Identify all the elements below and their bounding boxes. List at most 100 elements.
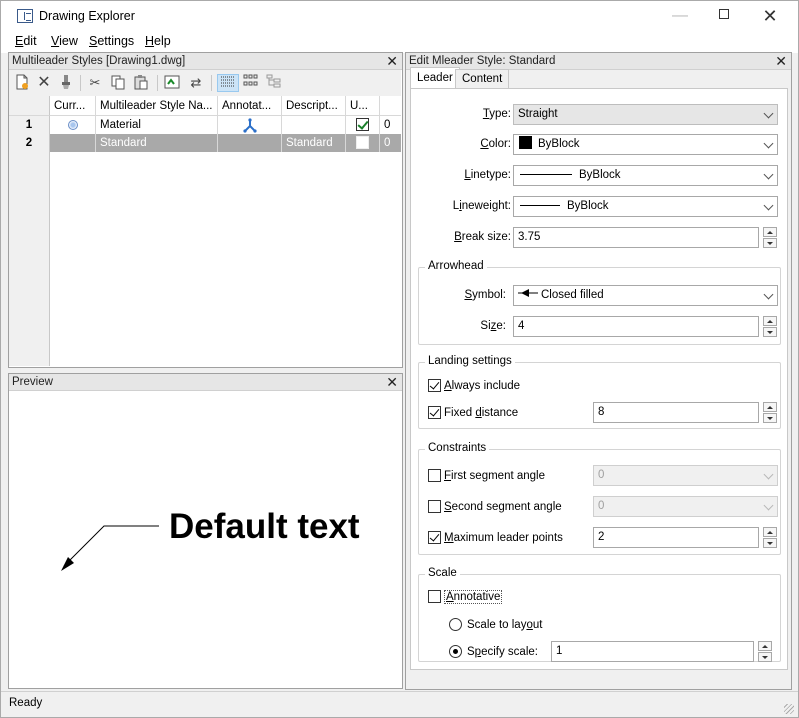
spin-up-icon[interactable]	[763, 527, 777, 537]
new-style-icon[interactable]	[12, 74, 32, 92]
style-description[interactable]: Standard	[282, 134, 346, 152]
tab-content[interactable]: Content	[455, 69, 510, 89]
checkbox-icon[interactable]	[428, 500, 441, 514]
style-description[interactable]	[282, 116, 346, 134]
checkbox-icon[interactable]	[428, 406, 441, 420]
resize-grip-icon[interactable]	[784, 704, 794, 714]
style-name[interactable]: Standard	[96, 134, 218, 152]
cut-icon[interactable]: ✂	[85, 74, 105, 92]
used-checkbox[interactable]	[356, 136, 369, 150]
paste-icon[interactable]	[131, 74, 151, 92]
copy-icon[interactable]	[108, 74, 128, 92]
radio-icon[interactable]	[449, 618, 462, 632]
specify-scale-spinner[interactable]	[758, 641, 772, 662]
break-size-label: Break size:	[454, 231, 511, 243]
style-name[interactable]: Material	[96, 116, 218, 134]
menu-edit[interactable]: Edit	[15, 34, 37, 48]
arrow-size-spinner[interactable]	[763, 316, 777, 337]
specify-scale-radio[interactable]: Specify scale:	[449, 645, 538, 659]
first-segment-angle-dropdown[interactable]: 0	[593, 465, 778, 486]
spin-down-icon[interactable]	[763, 238, 777, 248]
minimize-button[interactable]: —	[657, 1, 703, 31]
column-header-description[interactable]: Descript...	[282, 96, 346, 116]
spin-up-icon[interactable]	[758, 641, 772, 651]
checkbox-icon[interactable]	[428, 379, 441, 393]
scale-title: Scale	[425, 567, 460, 579]
checkbox-icon[interactable]	[428, 590, 441, 604]
app-icon	[17, 9, 33, 23]
second-segment-angle-dropdown[interactable]: 0	[593, 496, 778, 517]
scale-to-layout-radio[interactable]: Scale to layout	[449, 618, 542, 632]
fixed-distance-checkbox[interactable]: Fixed distance	[428, 406, 518, 420]
linetype-dropdown[interactable]: ByBlock	[513, 165, 778, 186]
tree-view-icon[interactable]	[264, 74, 284, 92]
delete-icon[interactable]: ✕	[34, 74, 54, 92]
linetype-sample	[520, 174, 572, 176]
spin-down-icon[interactable]	[763, 538, 777, 548]
closed-filled-arrow-icon	[518, 289, 538, 298]
close-icon[interactable]: ✕	[386, 374, 398, 390]
close-window-button[interactable]: ✕	[747, 1, 793, 31]
edit-mleader-style-panel: Edit Mleader Style: Standard ✕ Leader Co…	[405, 52, 792, 690]
spin-up-icon[interactable]	[763, 227, 777, 237]
fixed-distance-input[interactable]: 8	[593, 402, 759, 423]
type-label: Type:	[482, 108, 511, 120]
column-header-annotative[interactable]: Annotat...	[218, 96, 282, 116]
current-indicator[interactable]	[50, 134, 96, 152]
column-header-name[interactable]: Multileader Style Na...	[96, 96, 218, 116]
menu-help[interactable]: Help	[145, 34, 171, 48]
close-icon[interactable]: ✕	[386, 53, 398, 69]
type-dropdown[interactable]: Straight	[513, 104, 778, 125]
spin-up-icon[interactable]	[763, 316, 777, 326]
always-include-checkbox[interactable]: Always include	[428, 379, 520, 393]
break-size-spinner[interactable]	[763, 227, 777, 248]
symbol-dropdown[interactable]: Closed filled	[513, 285, 778, 306]
arrow-size-input[interactable]: 4	[513, 316, 759, 337]
maximum-leader-points-spinner[interactable]	[763, 527, 777, 548]
current-indicator[interactable]	[50, 116, 96, 134]
specify-scale-input[interactable]: 1	[551, 641, 754, 662]
column-header-current[interactable]: Curr...	[50, 96, 96, 116]
menu-view[interactable]: View	[51, 34, 78, 48]
color-dropdown[interactable]: ByBlock	[513, 134, 778, 155]
spin-down-icon[interactable]	[758, 652, 772, 662]
spin-down-icon[interactable]	[763, 413, 777, 423]
brush-icon[interactable]	[56, 74, 76, 92]
row-number: 1	[9, 116, 50, 134]
close-icon[interactable]: ✕	[775, 53, 787, 69]
used-checkbox[interactable]	[356, 118, 369, 132]
annotative-cell[interactable]	[218, 116, 282, 134]
lineweight-dropdown[interactable]: ByBlock	[513, 196, 778, 217]
tab-leader[interactable]: Leader	[410, 67, 460, 89]
status-bar: Ready	[1, 691, 798, 717]
second-segment-angle-checkbox[interactable]: Second segment angle	[428, 500, 562, 514]
checkbox-icon[interactable]	[428, 469, 441, 483]
spin-down-icon[interactable]	[763, 327, 777, 337]
panel-title: Multileader Styles [Drawing1.dwg] ✕	[9, 53, 402, 70]
refresh-icon[interactable]: ⇄	[186, 74, 206, 92]
constraints-title: Constraints	[425, 442, 490, 454]
styles-grid: Curr... Multileader Style Na... Annotat.…	[9, 96, 401, 366]
icons-view-icon[interactable]	[241, 74, 261, 92]
break-size-input[interactable]: 3.75	[513, 227, 759, 248]
maximize-button[interactable]	[701, 1, 747, 31]
details-view-icon[interactable]	[217, 74, 239, 92]
radio-icon[interactable]	[449, 645, 462, 659]
maximum-leader-points-checkbox[interactable]: Maximum leader points	[428, 531, 563, 545]
preview-canvas: Default text	[9, 391, 401, 681]
annotative-checkbox[interactable]: Annotative	[428, 590, 503, 604]
drawing-explorer-window: Drawing Explorer — ✕ Edit View Settings …	[0, 0, 799, 718]
fixed-distance-spinner[interactable]	[763, 402, 777, 423]
used-checkbox-cell[interactable]	[346, 134, 380, 152]
annotative-cell[interactable]	[218, 134, 282, 152]
column-header-used[interactable]: U...	[346, 96, 380, 116]
set-current-icon[interactable]	[162, 74, 182, 92]
checkbox-icon[interactable]	[428, 531, 441, 545]
preview-panel: Preview ✕ Default text	[8, 373, 403, 689]
first-segment-angle-checkbox[interactable]: First segment angle	[428, 469, 545, 483]
lineweight-sample	[520, 205, 560, 207]
spin-up-icon[interactable]	[763, 402, 777, 412]
maximum-leader-points-input[interactable]: 2	[593, 527, 759, 548]
menu-settings[interactable]: Settings	[89, 34, 134, 48]
used-checkbox-cell[interactable]	[346, 116, 380, 134]
